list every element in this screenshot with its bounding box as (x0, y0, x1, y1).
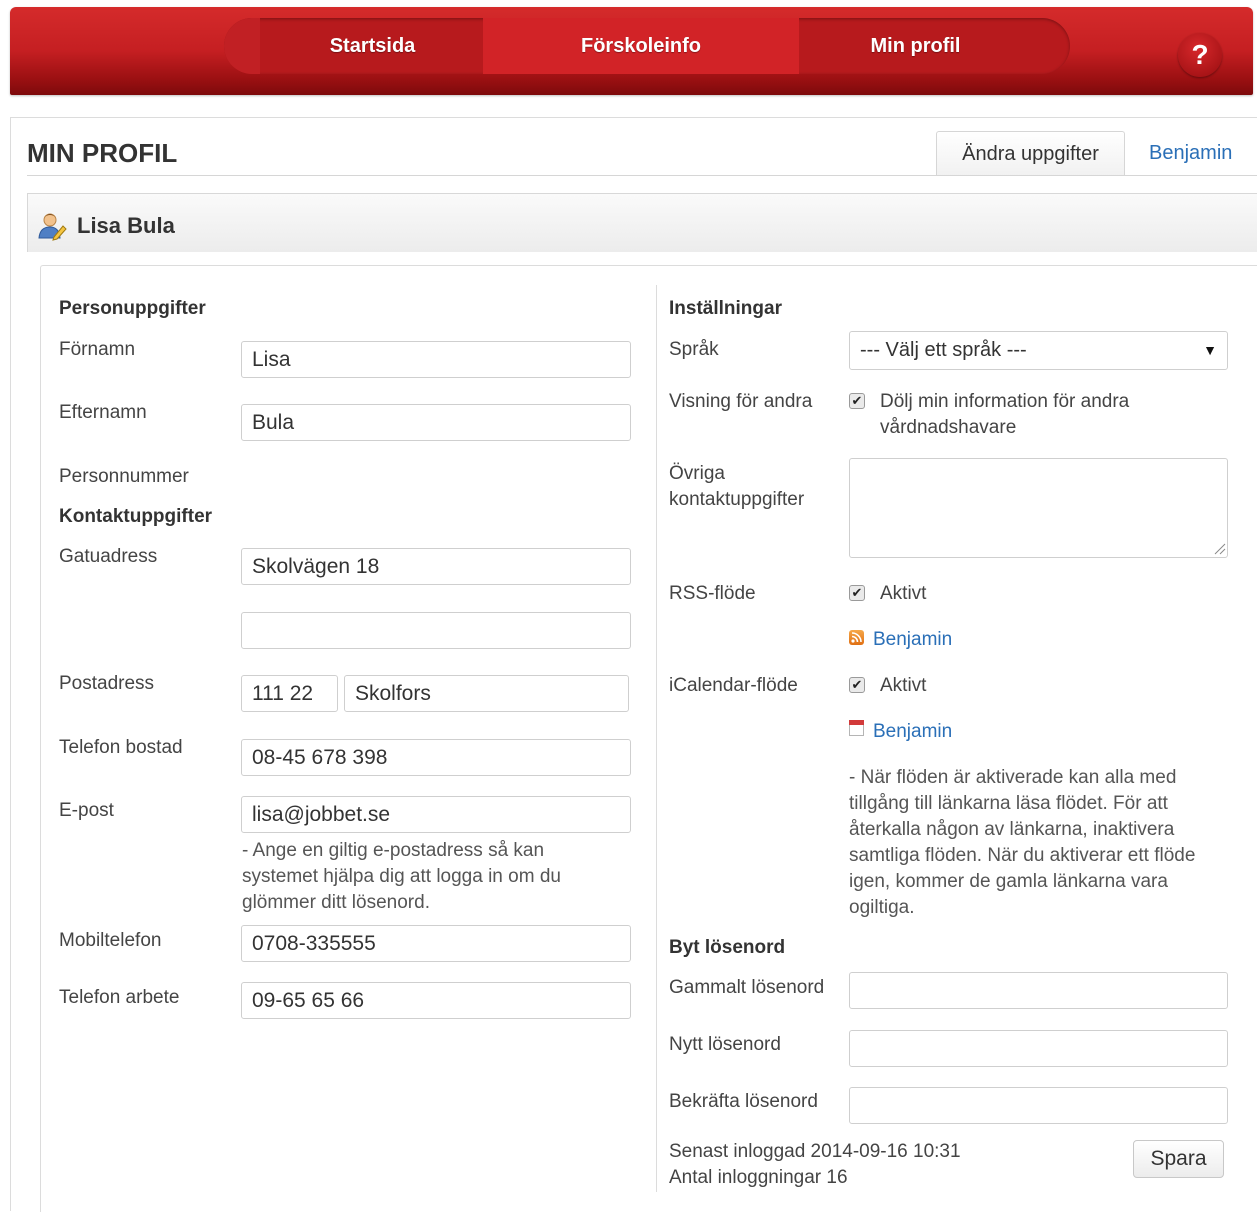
personnummer-label: Personnummer (59, 466, 189, 487)
rss-link-benjamin[interactable]: Benjamin (873, 629, 952, 651)
page-frame-top (10, 117, 1257, 118)
last-login-text: Senast inloggad 2014-09-16 10:31 (669, 1141, 961, 1162)
calendar-icon (849, 720, 864, 736)
old-password-input[interactable] (849, 972, 1228, 1009)
page-frame-left (10, 117, 11, 1211)
rss-checkbox[interactable]: ✔ (849, 585, 865, 601)
ical-checkbox-label: Aktivt (880, 675, 927, 696)
firstname-input[interactable] (241, 341, 631, 378)
help-button[interactable]: ? (1178, 33, 1222, 77)
firstname-label: Förnamn (59, 339, 136, 360)
language-label: Språk (669, 339, 719, 360)
confirm-password-input[interactable] (849, 1087, 1228, 1124)
language-select-value: --- Välj ett språk --- (860, 339, 1027, 361)
email-label: E-post (59, 800, 114, 821)
work-phone-input[interactable] (241, 982, 631, 1019)
save-button[interactable]: Spara (1133, 1140, 1224, 1178)
nav-item-min-profil[interactable]: Min profil (799, 18, 1032, 74)
rss-icon (849, 630, 864, 645)
nav-item-startsida[interactable]: Startsida (262, 18, 483, 74)
email-hint: - Ange en giltig e-postadress så kan sys… (242, 840, 561, 913)
home-phone-input[interactable] (241, 739, 631, 776)
mobile-label: Mobiltelefon (59, 930, 162, 951)
confirm-password-label: Bekräfta lösenord (669, 1091, 818, 1112)
old-password-label: Gammalt lösenord (669, 977, 825, 998)
ical-label: iCalendar-flöde (669, 675, 798, 696)
postal-code-input[interactable] (241, 675, 338, 712)
city-input[interactable] (344, 675, 629, 712)
login-count-text: Antal inloggningar 16 (669, 1167, 848, 1188)
tab-andra-uppgifter[interactable]: Ändra uppgifter (936, 131, 1125, 176)
settings-heading: Inställningar (669, 298, 782, 319)
ical-link-benjamin[interactable]: Benjamin (873, 721, 952, 743)
profile-section-header (27, 193, 1257, 252)
profile-name: Lisa Bula (77, 213, 175, 238)
postal-label: Postadress (59, 673, 155, 694)
visibility-label: Visning för andra (669, 391, 813, 412)
new-password-input[interactable] (849, 1030, 1228, 1067)
email-input[interactable] (241, 796, 631, 833)
other-contact-textarea[interactable] (849, 458, 1228, 558)
visibility-checkbox-label: Dölj min information för andra vårdnadsh… (880, 391, 1130, 438)
visibility-checkbox[interactable]: ✔ (849, 393, 865, 409)
new-password-label: Nytt lösenord (669, 1034, 781, 1055)
feed-note: - När flöden är aktiverade kan alla med … (849, 767, 1196, 918)
lastname-input[interactable] (241, 404, 631, 441)
contact-heading: Kontaktuppgifter (59, 506, 213, 527)
street-input[interactable] (241, 548, 631, 585)
ical-checkbox[interactable]: ✔ (849, 677, 865, 693)
street-label: Gatuadress (59, 546, 158, 567)
user-edit-icon (38, 213, 67, 241)
street2-input[interactable] (241, 612, 631, 649)
nav-item-forskoleinfo[interactable]: Förskoleinfo (483, 18, 799, 74)
home-phone-label: Telefon bostad (59, 737, 183, 758)
column-divider (656, 285, 657, 1192)
personal-heading: Personuppgifter (59, 298, 206, 319)
page-title: MIN PROFIL (27, 138, 178, 168)
tab-divider (27, 175, 1257, 176)
mobile-input[interactable] (241, 925, 631, 962)
tab-benjamin[interactable]: Benjamin (1149, 142, 1232, 165)
language-select[interactable]: --- Välj ett språk --- ▼ (849, 331, 1228, 370)
work-phone-label: Telefon arbete (59, 987, 180, 1008)
lastname-label: Efternamn (59, 402, 147, 423)
password-heading: Byt lösenord (669, 937, 786, 958)
other-contact-label: Övriga kontaktuppgifter (669, 463, 805, 510)
resize-grip-icon[interactable] (1212, 541, 1226, 555)
rss-checkbox-label: Aktivt (880, 583, 927, 604)
rss-label: RSS-flöde (669, 583, 756, 604)
chevron-down-icon: ▼ (1203, 342, 1217, 358)
